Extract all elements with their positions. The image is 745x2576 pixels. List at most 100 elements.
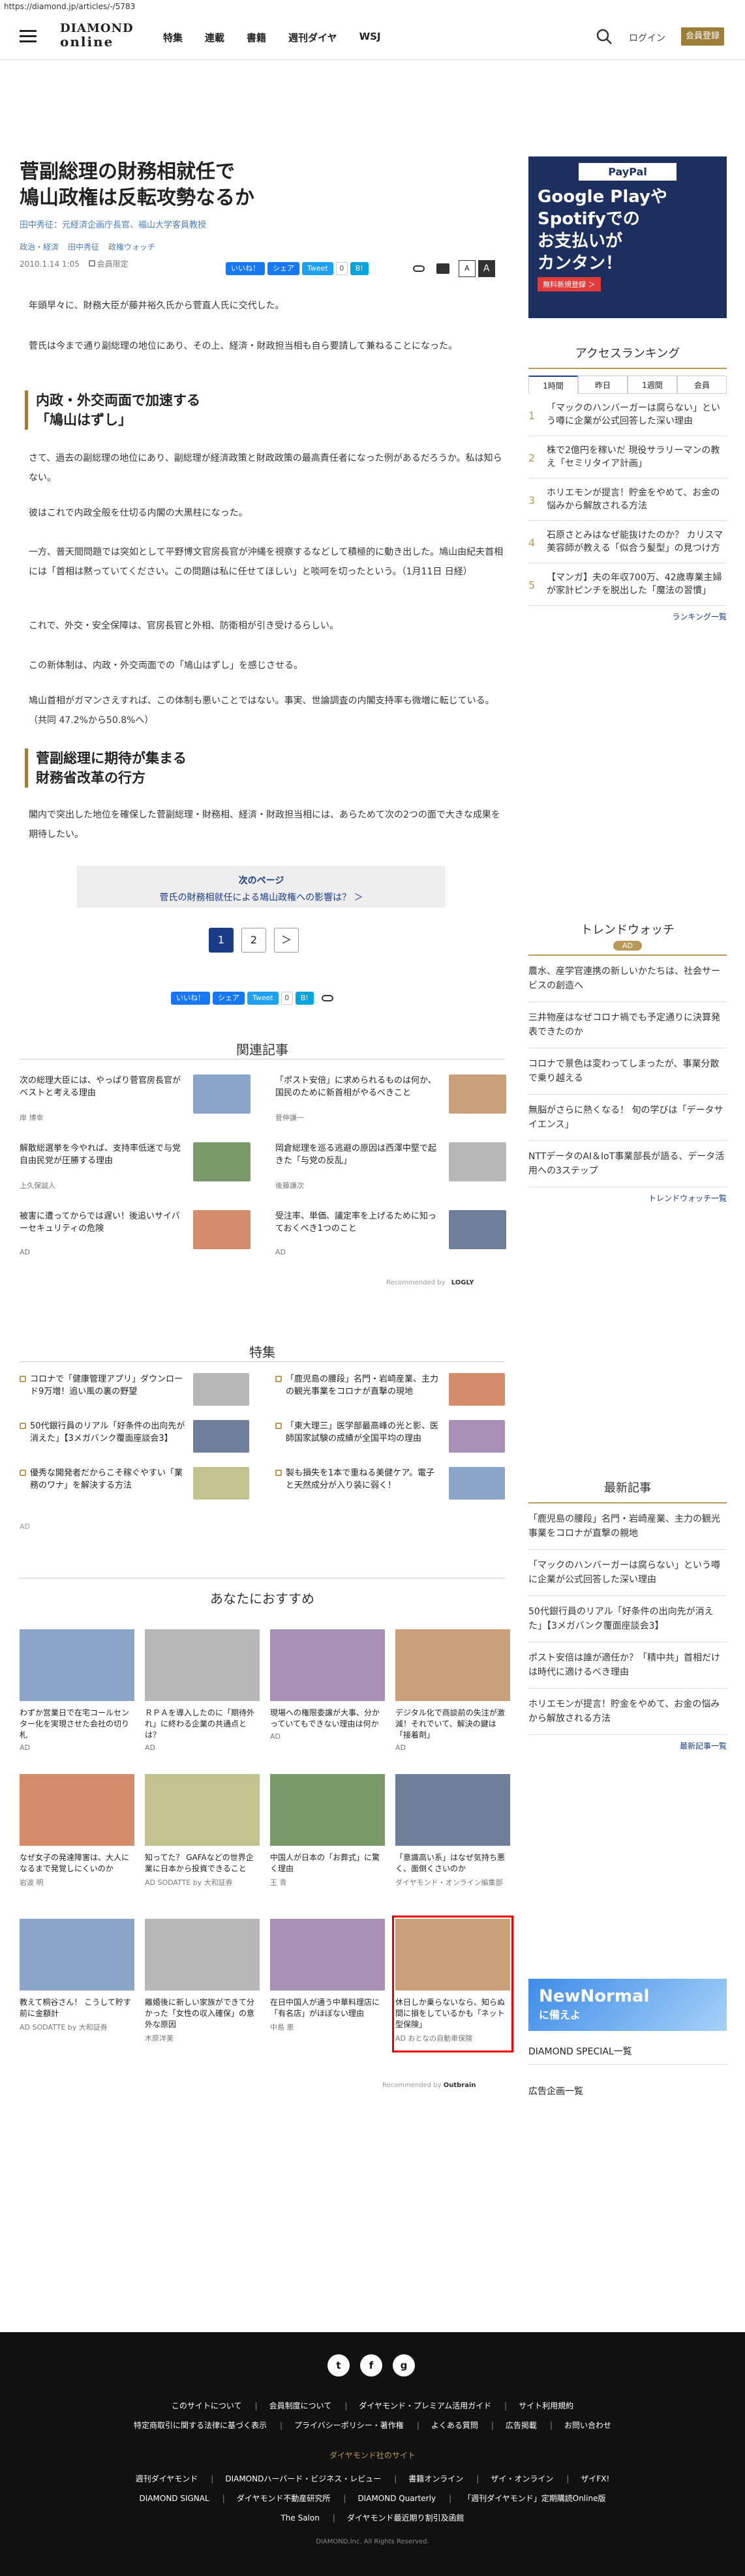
nav-item-weekly[interactable]: 週刊ダイヤ <box>288 31 337 44</box>
paypal-cta[interactable]: 無料新規登録 ＞ <box>538 277 601 291</box>
ad-list-link[interactable]: 広告企画一覧 <box>528 2084 727 2097</box>
related-item[interactable]: 岡倉総理を巡る逃避の原因は西澤中堅で起きた「与党の反乱」 後藤謙次 <box>275 1142 506 1194</box>
newnormal-banner[interactable]: NewNormal に備えよ <box>528 1979 727 2031</box>
nav-item-wsj[interactable]: WSJ <box>359 31 381 44</box>
footer-link[interactable]: ダイヤモンド不動産研究所 <box>222 2494 331 2503</box>
facebook-like-button[interactable]: いいね！ <box>171 992 210 1005</box>
next-page-button[interactable]: ＞ <box>274 928 299 953</box>
special-item[interactable]: 「東大理三」医学部最高峰の光と影、医師国家試験の成績が全国平均の理由 <box>275 1420 505 1459</box>
recommend-item[interactable]: 知ってた？ GAFAなどの世界企業に日本から投資できること AD SODATTE … <box>145 1774 260 1904</box>
trend-item[interactable]: 無脳がさらに熱くなる！ 旬の学びは「データサイエンス」 <box>528 1095 727 1141</box>
special-item[interactable]: 製も損失を1本で重ねる美健ケア。電子と天然成分が入り装に弱く！ <box>275 1467 505 1506</box>
footer-link[interactable]: The Salon <box>281 2513 319 2523</box>
footer-link[interactable]: ダイヤモンド最近期り割引及函館 <box>333 2513 464 2523</box>
category-author[interactable]: 田中秀征 <box>68 241 99 252</box>
link-icon[interactable] <box>412 265 425 272</box>
latest-item[interactable]: ポスト安倍は誰が適任か？「精中共」首相だけは時代に適けるべき理由 <box>528 1642 727 1689</box>
footer-link[interactable]: 広告掲載 <box>491 2421 537 2430</box>
category-series[interactable]: 政権ウォッチ <box>108 241 155 252</box>
recommend-item[interactable]: 教えて桐谷さん！ こうして貯す前に金額計 AD SODATTE by 大和証券 <box>20 1919 134 2049</box>
facebook-share-button[interactable]: シェア <box>267 262 299 275</box>
hatena-button[interactable]: B! <box>295 992 314 1005</box>
tab-yesterday[interactable]: 昨日 <box>578 376 628 394</box>
recommend-item[interactable]: なぜ女子の発達障害は、大人になるまで発覚しにくいのか 岩波 明 <box>20 1774 134 1904</box>
footer-link[interactable]: DIAMOND Quarterly <box>343 2494 436 2503</box>
footer-link[interactable]: ザイ・オンライン <box>476 2474 553 2483</box>
footer-link[interactable]: プライバシーポリシー・著作権 <box>280 2421 404 2430</box>
google-icon[interactable]: g <box>393 2354 415 2376</box>
footer-link[interactable]: 書籍オンライン <box>394 2474 463 2483</box>
special-item[interactable]: コロナで「健康管理アプリ」ダウンロード9万増！追い風の裏の野望 <box>20 1373 249 1412</box>
facebook-like-button[interactable]: いいね！ <box>226 262 265 275</box>
recommend-item[interactable]: 現場への権限委譲が大事、分かっていてもできない理由は何か AD <box>270 1629 385 1760</box>
tab-1week[interactable]: 1週間 <box>628 376 677 394</box>
trend-item[interactable]: NTTデータのAI＆IoT事業部長が語る、データ活用への3ステップ <box>528 1141 727 1187</box>
trend-more-link[interactable]: トレンドウォッチ一覧 <box>528 1192 727 1204</box>
recommend-item[interactable]: 中国人が日本の「お葬式」に驚く理由王 青 <box>270 1774 385 1904</box>
latest-item[interactable]: ホリエモンが提言！貯金をやめて、お金の悩みから解放される方法 <box>528 1689 727 1735</box>
recommend-item[interactable]: 「意識高い系」はなぜ気持ち悪く、面倒くさいのか ダイヤモンド・オンライン編集部 <box>395 1774 510 1904</box>
hatena-button[interactable]: B! <box>350 262 369 275</box>
recommend-item[interactable]: ＲＰＡを導入したのに「期待外れ」に終わる企業の共通点とは？ AD <box>145 1629 260 1760</box>
related-item[interactable]: 解散総選挙を今やれば、支持率低迷で与党自由民党が圧勝する理由 上久保誠人 <box>20 1142 251 1194</box>
next-page-box[interactable]: 次のページ 菅氏の財務相就任による鳩山政権への影響は？ ＞ <box>77 866 446 908</box>
footer-link[interactable]: DIAMONDハーバード・ビジネス・レビュー <box>211 2474 381 2483</box>
tweet-button[interactable]: Tweet <box>247 992 279 1005</box>
hamburger-menu-icon[interactable] <box>20 30 37 43</box>
footer-link[interactable]: よくある質問 <box>417 2421 478 2430</box>
special-list-link[interactable]: DIAMOND SPECIAL一覧 <box>528 2045 727 2065</box>
footer-link[interactable]: 週刊ダイヤモンド <box>136 2474 198 2483</box>
latest-item[interactable]: 50代銀行員のリアル「好条件の出向先が消えた」【3メガバンク覆面座談会3】 <box>528 1596 727 1642</box>
footer-link[interactable]: 「週刊ダイヤモンド」定期購読Online版 <box>449 2494 605 2503</box>
related-item[interactable]: 次の総理大臣には、やっぱり菅官房長官がベストと考える理由岸 博幸 <box>20 1074 251 1127</box>
font-large-button[interactable]: A <box>478 260 495 277</box>
tweet-button[interactable]: Tweet <box>302 262 333 275</box>
facebook-share-button[interactable]: シェア <box>213 992 245 1005</box>
ranking-item[interactable]: 5 【マンガ】夫の年収700万、42歳専業主婦が家計ピンチを脱出した「魔法の習慣」 <box>528 563 727 606</box>
tab-1hour[interactable]: 1時間 <box>528 376 578 394</box>
footer-link[interactable]: 会員制度について <box>255 2401 332 2410</box>
footer-link[interactable]: ザイFX! <box>566 2474 609 2483</box>
related-item[interactable]: 「ポスト安倍」に求められるものは何か、国民のために新首相がやるべきこと 菅伸謙一 <box>275 1074 506 1127</box>
page-2-button[interactable]: 2 <box>241 928 266 953</box>
nav-item-series[interactable]: 連載 <box>205 31 224 44</box>
link-icon[interactable] <box>321 995 333 1001</box>
ranking-item[interactable]: 4 石原さとみはなぜ能抜けたのか？ カリスマ美容師が教える「似合う髪型」の見つけ方 <box>528 521 727 563</box>
trend-item[interactable]: 農水、産学官連携の新しいかたちは、社会サービスの創造へ <box>528 956 727 1002</box>
nav-item-special[interactable]: 特集 <box>163 31 183 44</box>
trend-item[interactable]: コロナで景色は変わってしまったが、事業分散で乗り越える <box>528 1048 727 1095</box>
footer-link[interactable]: お問い合わせ <box>550 2421 611 2430</box>
login-link[interactable]: ログイン <box>629 31 665 44</box>
ranking-more-link[interactable]: ランキング一覧 <box>528 611 727 622</box>
ranking-item[interactable]: 2 株で2億円を稼いだ 現役サラリーマンの教え「セミリタイア計画」 <box>528 436 727 479</box>
recommend-item[interactable]: わずか営業日で在宅コールセンター化を実現させた会社の切り札 AD <box>20 1629 134 1760</box>
related-item[interactable]: 受注率、単価、議定率を上げるために知っておくべき1つのこと AD <box>275 1210 506 1262</box>
author-link[interactable]: 田中秀征：元経済企画庁長官、福山大学客員教授 <box>20 218 206 230</box>
category-politics[interactable]: 政治・経済 <box>20 241 59 252</box>
register-button[interactable]: 会員登録 <box>681 27 724 46</box>
footer-link[interactable]: DIAMOND SIGNAL <box>140 2494 209 2503</box>
latest-more-link[interactable]: 最新記事一覧 <box>528 1740 727 1751</box>
ranking-item[interactable]: 3 ホリエモンが提言！貯金をやめて、お金の悩みから解放される方法 <box>528 479 727 521</box>
font-small-button[interactable]: A <box>458 260 476 277</box>
latest-item[interactable]: 「マックのハンバーガーは腐らない」という噂に企業が公式回答した深い理由 <box>528 1550 727 1596</box>
page-1-button[interactable]: 1 <box>209 928 234 953</box>
ranking-item[interactable]: 1 「マックのハンバーガーは腐らない」という噂に企業が公式回答した深い理由 <box>528 394 727 436</box>
print-icon[interactable] <box>436 263 449 274</box>
recommend-item[interactable]: デジタル化で商談前の失注が激減！それでいて、解決の鍵は「接着剤」 AD <box>395 1629 510 1760</box>
footer-link[interactable]: ダイヤモンド・プレミアム活用ガイド <box>344 2401 491 2410</box>
recommend-item[interactable]: 休日しか乗らないなら、知らぬ間に損をしているかも「ネット型保険」 AD おとなの自… <box>392 1916 513 2052</box>
site-logo[interactable]: DIAMOND online <box>60 22 133 52</box>
paypal-ad[interactable]: PayPal Google Playや Spotifyでの お支払いが カンタン… <box>528 156 727 318</box>
recommend-item[interactable]: 離婚後に新しい家族ができて分かった「女性の収入確保」の意外な原因 木原洋美 <box>145 1919 260 2049</box>
recommend-item[interactable]: 在日中国人が通う中華料理店に「有名店」がほぼない理由 中島 恵 <box>270 1919 385 2049</box>
facebook-icon[interactable]: f <box>360 2354 382 2376</box>
tab-member[interactable]: 会員 <box>677 376 727 394</box>
special-item[interactable]: 50代銀行員のリアル「好条件の出向先が消えた」【3メガバンク覆面座談会3】 <box>20 1420 249 1459</box>
footer-link[interactable]: このサイトについて <box>172 2401 242 2410</box>
related-item[interactable]: 被害に遭ってからでは遅い！後追いサイバーセキュリティの危険 AD <box>20 1210 251 1262</box>
footer-link[interactable]: 特定商取引に関する法律に基づく表示 <box>134 2421 267 2430</box>
trend-item[interactable]: 三井物産はなぜコロナ禍でも予定通りに決算発表できたのか <box>528 1002 727 1048</box>
special-item[interactable]: 優秀な開発者だからこそ稼ぐやすい「業務のワナ」を解決する方法 <box>20 1467 249 1506</box>
twitter-icon[interactable]: t <box>327 2354 350 2376</box>
